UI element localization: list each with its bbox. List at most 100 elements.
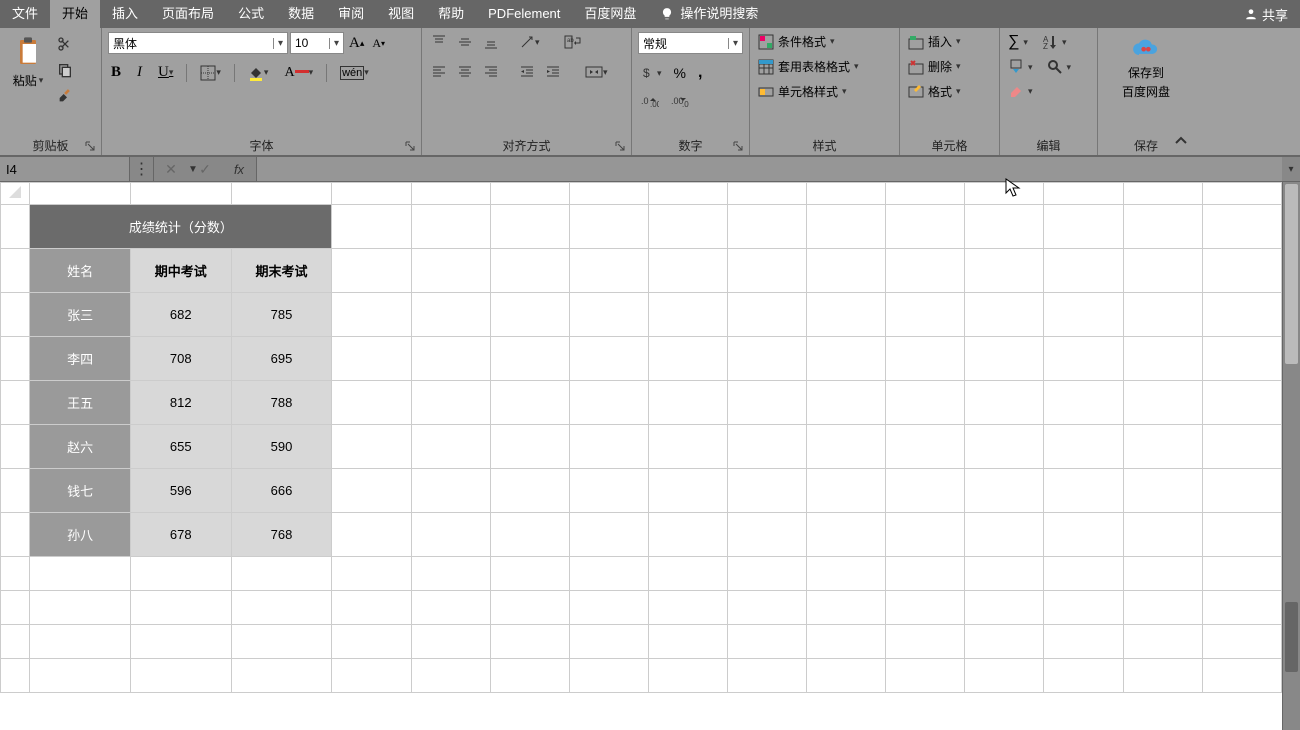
data-cell[interactable]: 768	[231, 513, 332, 557]
data-cell[interactable]: 708	[130, 337, 231, 381]
autosum-button[interactable]: ∑ ▾	[1006, 32, 1030, 52]
vertical-scrollbar[interactable]	[1282, 182, 1300, 730]
col-header[interactable]: G	[569, 183, 648, 205]
row-header[interactable]: 6	[1, 425, 30, 469]
col-header[interactable]: L	[965, 183, 1044, 205]
format-cells-button[interactable]: 格式 ▾	[906, 82, 963, 101]
share-button[interactable]: 共享	[1244, 5, 1288, 24]
tab-page-layout[interactable]: 页面布局	[150, 0, 226, 28]
italic-button[interactable]: I	[134, 62, 145, 83]
name-box[interactable]: ▼	[0, 157, 130, 181]
increase-indent-button[interactable]	[542, 62, 564, 82]
row-header[interactable]: 9	[1, 557, 30, 591]
bold-button[interactable]: B	[108, 62, 124, 83]
row-header[interactable]: 11	[1, 625, 30, 659]
tab-formulas[interactable]: 公式	[226, 0, 276, 28]
row-header[interactable]: 12	[1, 659, 30, 693]
tab-pdfelement[interactable]: PDFelement	[476, 0, 572, 28]
col-header[interactable]: E	[411, 183, 490, 205]
data-cell[interactable]: 655	[130, 425, 231, 469]
wrap-text-button[interactable]: ab	[561, 32, 585, 52]
fill-button[interactable]: ▾	[1006, 58, 1035, 76]
phonetic-button[interactable]: wén▾	[337, 64, 372, 82]
conditional-format-button[interactable]: 条件格式▾	[756, 32, 861, 51]
find-button[interactable]: ▾	[1045, 58, 1074, 76]
dialog-launcher-icon[interactable]	[615, 141, 627, 153]
col-header[interactable]: F	[490, 183, 569, 205]
header-cell[interactable]: 期中考试	[130, 249, 231, 293]
header-cell[interactable]: 期末考试	[231, 249, 332, 293]
align-middle-button[interactable]	[454, 32, 476, 52]
row-header[interactable]: 1	[1, 205, 30, 249]
sort-filter-button[interactable]: AZ▾	[1040, 33, 1069, 51]
tab-view[interactable]: 视图	[376, 0, 426, 28]
align-left-button[interactable]	[428, 62, 450, 82]
col-header[interactable]: C	[231, 183, 332, 205]
row-header[interactable]: 7	[1, 469, 30, 513]
grow-font-button[interactable]: A▴	[346, 33, 367, 54]
scrollbar-thumb[interactable]	[1285, 184, 1298, 364]
col-header[interactable]: N	[1123, 183, 1202, 205]
insert-function-button[interactable]: fx	[222, 157, 256, 181]
format-painter-button[interactable]	[54, 86, 76, 106]
clear-button[interactable]: ▾	[1006, 82, 1073, 100]
select-all-button[interactable]	[1, 183, 30, 205]
col-header[interactable]: D	[332, 183, 411, 205]
orientation-button[interactable]: ▾	[516, 32, 543, 52]
col-header[interactable]: I	[728, 183, 807, 205]
spreadsheet-grid[interactable]: A B C D E F G H I J K L M N O 1 成绩统计（分数）…	[0, 182, 1282, 693]
row-header[interactable]: 10	[1, 591, 30, 625]
data-cell[interactable]: 孙八	[30, 513, 130, 557]
tab-baidu[interactable]: 百度网盘	[572, 0, 648, 28]
delete-cells-button[interactable]: 删除 ▾	[906, 57, 963, 76]
decrease-decimal-button[interactable]: .00.0	[668, 92, 692, 110]
align-right-button[interactable]	[480, 62, 502, 82]
dialog-launcher-icon[interactable]	[733, 141, 745, 153]
data-cell[interactable]: 钱七	[30, 469, 130, 513]
font-size-combo[interactable]: 10▾	[290, 32, 344, 54]
increase-decimal-button[interactable]: .0.00	[638, 92, 662, 110]
header-cell[interactable]: 姓名	[30, 249, 130, 293]
tab-home[interactable]: 开始	[50, 0, 100, 28]
tell-me[interactable]: 操作说明搜索	[648, 0, 770, 28]
data-cell[interactable]: 678	[130, 513, 231, 557]
percent-button[interactable]: %	[671, 63, 689, 83]
align-bottom-button[interactable]	[480, 32, 502, 52]
col-header[interactable]: A	[30, 183, 130, 205]
data-cell[interactable]: 赵六	[30, 425, 130, 469]
underline-button[interactable]: U ▾	[155, 62, 176, 83]
data-cell[interactable]: 695	[231, 337, 332, 381]
data-cell[interactable]: 李四	[30, 337, 130, 381]
row-header[interactable]: 4	[1, 337, 30, 381]
format-as-table-button[interactable]: 套用表格格式▾	[756, 57, 861, 76]
col-header[interactable]: H	[649, 183, 728, 205]
data-cell[interactable]: 785	[231, 293, 332, 337]
data-cell[interactable]: 590	[231, 425, 332, 469]
copy-button[interactable]	[54, 60, 76, 80]
col-header[interactable]: B	[130, 183, 231, 205]
shrink-font-button[interactable]: A▾	[369, 34, 388, 53]
tab-file[interactable]: 文件	[0, 0, 50, 28]
formula-bar-dropdown[interactable]: ▾	[1282, 157, 1300, 181]
tab-insert[interactable]: 插入	[100, 0, 150, 28]
decrease-indent-button[interactable]	[516, 62, 538, 82]
cell-styles-button[interactable]: 单元格样式▾	[756, 82, 861, 101]
tab-data[interactable]: 数据	[276, 0, 326, 28]
dialog-launcher-icon[interactable]	[85, 141, 97, 153]
font-name-combo[interactable]: 黑体▾	[108, 32, 288, 54]
data-cell[interactable]: 812	[130, 381, 231, 425]
data-cell[interactable]: 788	[231, 381, 332, 425]
tab-help[interactable]: 帮助	[426, 0, 476, 28]
data-cell[interactable]: 王五	[30, 381, 130, 425]
formula-input[interactable]	[256, 157, 1282, 181]
align-center-button[interactable]	[454, 62, 476, 82]
row-header[interactable]: 5	[1, 381, 30, 425]
data-cell[interactable]: 596	[130, 469, 231, 513]
number-format-combo[interactable]: 常规▾	[638, 32, 743, 54]
align-top-button[interactable]	[428, 32, 450, 52]
cut-button[interactable]	[54, 34, 76, 54]
data-cell[interactable]: 666	[231, 469, 332, 513]
collapse-ribbon-button[interactable]	[1174, 134, 1188, 151]
formula-bar-expand[interactable]: ⋮	[130, 157, 154, 181]
accounting-button[interactable]: $▾	[638, 63, 665, 83]
